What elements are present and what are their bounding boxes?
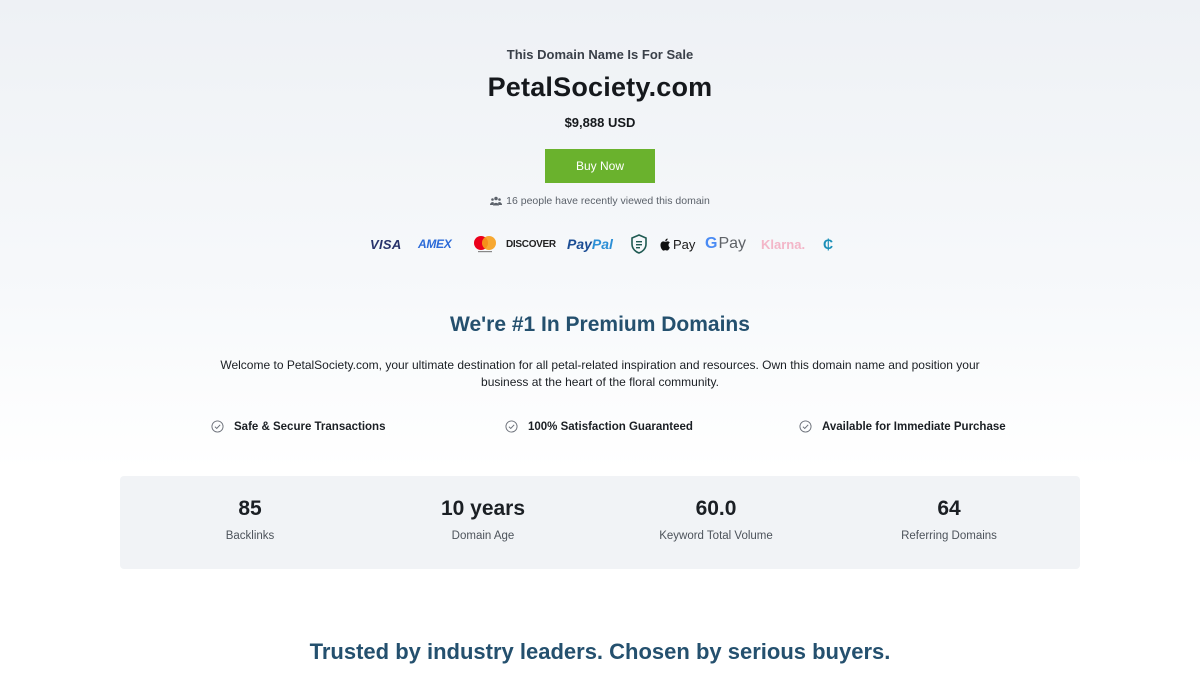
apple-pay-text: Pay bbox=[673, 236, 696, 252]
discover-logo: DISCOVER bbox=[506, 238, 556, 250]
stat-value: 10 years bbox=[440, 497, 526, 520]
users-icon bbox=[490, 196, 503, 206]
stat-label: Domain Age bbox=[451, 530, 515, 542]
trusted-heading: Trusted by industry leaders. Chosen by s… bbox=[309, 639, 891, 664]
premium-domains-heading: We're #1 In Premium Domains bbox=[450, 313, 750, 336]
payment-methods: VISA AMEX DISCOVER Pay Pal Pay G Pay Kla… bbox=[368, 232, 838, 256]
check-circle-icon bbox=[211, 420, 224, 433]
secure-shield-icon bbox=[630, 232, 648, 256]
stat-label: Keyword Total Volume bbox=[659, 530, 773, 542]
recent-viewers: 16 people have recently viewed this doma… bbox=[0, 195, 1200, 207]
domain-price: $9,888 USD bbox=[564, 115, 636, 130]
check-circle-icon bbox=[505, 420, 518, 433]
paypal-logo-text-b: Pal bbox=[591, 236, 613, 252]
feature-item: Safe & Secure Transactions bbox=[211, 420, 385, 433]
feature-label: Safe & Secure Transactions bbox=[234, 420, 386, 433]
paypal-logo: Pay Pal bbox=[567, 232, 613, 256]
recent-viewers-text: 16 people have recently viewed this doma… bbox=[506, 195, 710, 207]
mastercard-logo bbox=[473, 232, 497, 256]
google-pay-text: Pay bbox=[718, 235, 747, 252]
feature-item: Available for Immediate Purchase bbox=[799, 420, 1006, 433]
feature-item: 100% Satisfaction Guaranteed bbox=[505, 420, 693, 433]
amex-logo: AMEX bbox=[418, 237, 452, 251]
klarna-logo: Klarna. bbox=[761, 236, 806, 252]
check-circle-icon bbox=[799, 420, 812, 433]
visa-logo: VISA bbox=[370, 236, 402, 252]
feature-list: Safe & Secure Transactions 100% Satisfac… bbox=[0, 420, 1200, 436]
google-pay-logo: G Pay bbox=[705, 232, 746, 256]
stat-label: Backlinks bbox=[225, 530, 275, 542]
domain-description: Welcome to PetalSociety.com, your ultima… bbox=[220, 358, 980, 389]
domain-stats-panel: 85 Backlinks 10 years Domain Age 60.0 Ke… bbox=[120, 476, 1080, 569]
apple-icon bbox=[660, 238, 670, 251]
google-g-icon: G bbox=[705, 235, 718, 252]
stat-value: 64 bbox=[937, 497, 961, 520]
buy-now-button[interactable]: Buy Now bbox=[545, 149, 655, 183]
stat-value: 60.0 bbox=[695, 497, 737, 520]
paypal-logo-text-a: Pay bbox=[567, 236, 592, 252]
stat-value: 85 bbox=[238, 497, 262, 520]
coinbase-logo: ₵ bbox=[823, 236, 834, 252]
domain-name-title: PetalSociety.com bbox=[487, 72, 713, 102]
for-sale-eyebrow: This Domain Name Is For Sale bbox=[506, 47, 694, 62]
feature-label: 100% Satisfaction Guaranteed bbox=[528, 420, 693, 433]
apple-pay-logo: Pay bbox=[660, 232, 695, 256]
stat-label: Referring Domains bbox=[901, 530, 997, 542]
feature-label: Available for Immediate Purchase bbox=[822, 420, 1006, 433]
